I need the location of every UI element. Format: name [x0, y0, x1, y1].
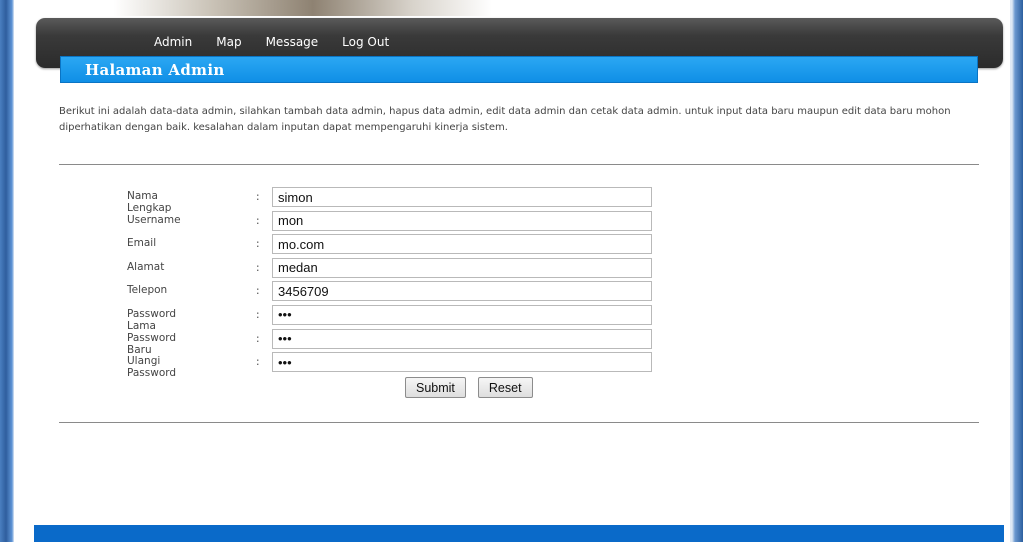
field-label: Password Baru [127, 331, 177, 356]
field-colon: : [256, 261, 260, 274]
header-banner-image [14, 0, 1010, 16]
telepon-input[interactable] [272, 281, 652, 302]
email-input[interactable] [272, 234, 652, 255]
field-colon: : [256, 332, 260, 345]
nama-lengkap-input[interactable] [272, 187, 652, 207]
field-label: Ulangi Password [127, 355, 177, 380]
page: Admin Map Message Log Out Halaman Admin … [14, 0, 1010, 542]
field-colon: : [256, 191, 260, 203]
footer-bar [34, 525, 1004, 542]
field-colon: : [256, 285, 260, 298]
submit-button[interactable]: Submit [405, 377, 466, 398]
menu-item-admin[interactable]: Admin [154, 34, 192, 50]
menu-item-message[interactable]: Message [266, 34, 319, 50]
main-menu: Admin Map Message Log Out [154, 34, 413, 50]
page-title: Halaman Admin [85, 61, 225, 79]
page-title-bar: Halaman Admin [60, 56, 978, 83]
intro-text: Berikut ini adalah data-data admin, sila… [59, 106, 951, 133]
password-baru-input[interactable] [272, 328, 652, 349]
field-label: Nama Lengkap [127, 190, 172, 214]
reset-button[interactable]: Reset [477, 377, 533, 398]
field-colon: : [256, 214, 260, 227]
username-input[interactable] [272, 210, 652, 231]
field-colon: : [256, 238, 260, 251]
field-label: Username [127, 213, 181, 226]
divider-top [59, 164, 979, 165]
field-label: Password Lama [127, 307, 177, 332]
menu-item-logout[interactable]: Log Out [342, 34, 389, 50]
menu-item-map[interactable]: Map [216, 34, 241, 50]
field-colon: : [256, 356, 260, 369]
password-lama-input[interactable] [272, 304, 652, 325]
field-label: Telepon [127, 284, 168, 297]
field-label: Alamat [127, 260, 165, 273]
alamat-input[interactable] [272, 257, 652, 278]
divider-bottom [59, 422, 979, 423]
field-colon: : [256, 308, 260, 321]
form-buttons: Submit Reset [405, 377, 533, 398]
ulangi-password-input[interactable] [272, 352, 652, 373]
field-label: Email [127, 237, 157, 250]
